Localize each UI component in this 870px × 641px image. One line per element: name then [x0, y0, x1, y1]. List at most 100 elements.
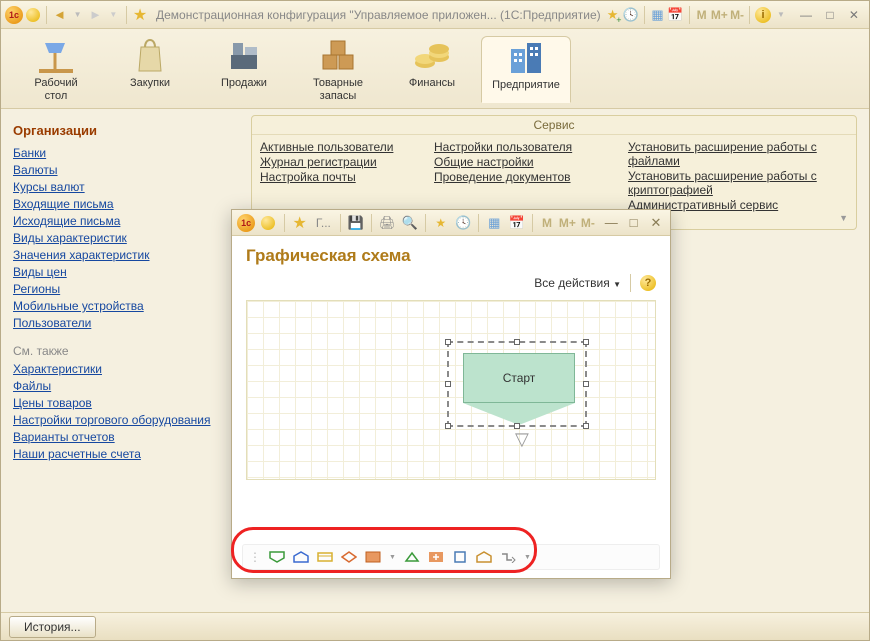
nav-link[interactable]: Курсы валют — [13, 180, 239, 194]
tool-dropdown[interactable]: ▼ — [524, 554, 531, 561]
help-icon[interactable]: ? — [640, 275, 656, 291]
resize-handle[interactable] — [445, 339, 451, 345]
help-icon[interactable]: i — [755, 4, 771, 26]
section-tabs: Рабочий стол Закупки Продажи Товарные за… — [1, 29, 869, 109]
cash-register-icon — [223, 37, 265, 75]
nav-link[interactable]: Входящие письма — [13, 197, 239, 211]
nav-link[interactable]: Пользователи — [13, 316, 239, 330]
nav-link[interactable]: Настройки торгового оборудования — [13, 413, 239, 427]
resize-handle[interactable] — [445, 381, 451, 387]
process-shape-tool[interactable] — [317, 551, 333, 563]
resize-handle[interactable] — [583, 423, 589, 429]
m-minus-button[interactable]: M- — [730, 4, 744, 26]
resize-handle[interactable] — [445, 423, 451, 429]
graph-scheme-window: 1c ★ Г... 💾 🖨 🔍 ★ 🕓 ▦ 📅 M M+ M- — [231, 209, 671, 579]
maximize-button[interactable]: □ — [819, 4, 841, 26]
nav-back[interactable]: ◄ — [52, 4, 68, 26]
nav-link[interactable]: Значения характеристик — [13, 248, 239, 262]
service-link[interactable]: Журнал регистрации — [260, 155, 410, 169]
coins-icon — [411, 37, 453, 75]
triangle-shape-tool[interactable] — [404, 551, 420, 563]
favorite-star-icon[interactable]: ★ — [132, 4, 148, 26]
statusbar: История... — [1, 612, 869, 640]
start-shape-tool[interactable] — [269, 551, 285, 563]
end-shape-tool[interactable] — [293, 551, 309, 563]
tab-purchases[interactable]: Закупки — [105, 35, 195, 90]
diagram-canvas[interactable]: Старт ▽ — [246, 300, 656, 480]
annotation-callout — [231, 527, 537, 573]
nav-link[interactable]: Характеристики — [13, 362, 239, 376]
service-link[interactable]: Активные пользователи — [260, 140, 410, 154]
boxes-icon — [317, 37, 359, 75]
service-link[interactable]: Общие настройки — [434, 155, 604, 169]
service-link[interactable]: Настройка почты — [260, 170, 410, 184]
nav-link[interactable]: Банки — [13, 146, 239, 160]
nav-link[interactable]: Валюты — [13, 163, 239, 177]
subprocess-shape-tool[interactable] — [365, 551, 381, 563]
calendar-icon[interactable]: 📅 — [506, 212, 526, 234]
nav-fwd-drop[interactable]: ▼ — [105, 4, 121, 26]
nav-link[interactable]: Регионы — [13, 282, 239, 296]
maximize-button[interactable]: □ — [623, 212, 643, 234]
help-drop[interactable]: ▼ — [773, 4, 789, 26]
sub-tab-label: Г... — [316, 216, 331, 230]
m-minus-button[interactable]: M- — [579, 212, 597, 234]
insert-shape-tool[interactable] — [428, 551, 444, 563]
menu-dot[interactable] — [25, 4, 41, 26]
history-icon[interactable]: 🕓 — [453, 212, 473, 234]
add-favorite-icon[interactable]: ★+ — [605, 4, 621, 26]
print-icon[interactable]: 🖨 — [377, 212, 397, 234]
save-icon[interactable]: 💾 — [346, 212, 366, 234]
menu-dot[interactable] — [258, 212, 278, 234]
service-link[interactable]: Установить расширение работы с файлами — [628, 140, 848, 168]
m-plus-button[interactable]: M+ — [711, 4, 728, 26]
history-button[interactable]: История... — [9, 616, 96, 638]
nav-back-drop[interactable]: ▼ — [70, 4, 86, 26]
tab-stock[interactable]: Товарные запасы — [293, 35, 383, 103]
m-button[interactable]: M — [538, 212, 556, 234]
preview-icon[interactable]: 🔍 — [399, 212, 419, 234]
resize-handle[interactable] — [514, 339, 520, 345]
start-shape[interactable]: Старт — [463, 353, 575, 403]
nav-fwd[interactable]: ► — [87, 4, 103, 26]
calendar-icon[interactable]: 📅 — [667, 4, 683, 26]
tab-enterprise[interactable]: Предприятие — [481, 36, 571, 103]
resize-handle[interactable] — [583, 339, 589, 345]
close-button[interactable]: ✕ — [843, 4, 865, 26]
service-link[interactable]: Настройки пользователя — [434, 140, 604, 154]
service-link[interactable]: Проведение документов — [434, 170, 604, 184]
nav-link[interactable]: Исходящие письма — [13, 214, 239, 228]
all-actions-link[interactable]: Все действия ▼ — [534, 276, 621, 290]
connector-arrow-icon[interactable]: ▽ — [515, 429, 529, 450]
selection-box[interactable]: Старт — [447, 341, 587, 427]
minimize-button[interactable]: — — [601, 212, 621, 234]
nav-link[interactable]: Виды цен — [13, 265, 239, 279]
nav-link[interactable]: Цены товаров — [13, 396, 239, 410]
document-shape-tool[interactable] — [452, 551, 468, 563]
m-button[interactable]: M — [694, 4, 708, 26]
history-icon[interactable]: 🕓 — [623, 4, 639, 26]
tab-sales[interactable]: Продажи — [199, 35, 289, 90]
calculator-icon[interactable]: ▦ — [484, 212, 504, 234]
add-favorite-icon[interactable]: ★ — [431, 212, 451, 234]
condition-shape-tool[interactable] — [341, 551, 357, 563]
nav-link[interactable]: Виды характеристик — [13, 231, 239, 245]
m-plus-button[interactable]: M+ — [558, 212, 576, 234]
calculator-icon[interactable]: ▦ — [650, 4, 666, 26]
connector-tool[interactable] — [500, 551, 516, 563]
nav-link[interactable]: Файлы — [13, 379, 239, 393]
shape-toolbar: ⋮ ▼ ▼ — [242, 544, 660, 570]
favorite-star-icon[interactable]: ★ — [290, 212, 310, 234]
tool-dropdown[interactable]: ▼ — [389, 554, 396, 561]
nav-link[interactable]: Мобильные устройства — [13, 299, 239, 313]
tab-desktop[interactable]: Рабочий стол — [11, 35, 101, 103]
service-link[interactable]: Установить расширение работы с криптогра… — [628, 169, 848, 197]
minimize-button[interactable]: — — [795, 4, 817, 26]
tab-finance[interactable]: Финансы — [387, 35, 477, 90]
resize-handle[interactable] — [583, 381, 589, 387]
nav-link[interactable]: Наши расчетные счета — [13, 447, 239, 461]
nav-link[interactable]: Варианты отчетов — [13, 430, 239, 444]
data-shape-tool[interactable] — [476, 551, 492, 563]
close-button[interactable]: ✕ — [646, 212, 666, 234]
chevron-down-icon[interactable]: ▼ — [839, 213, 848, 223]
